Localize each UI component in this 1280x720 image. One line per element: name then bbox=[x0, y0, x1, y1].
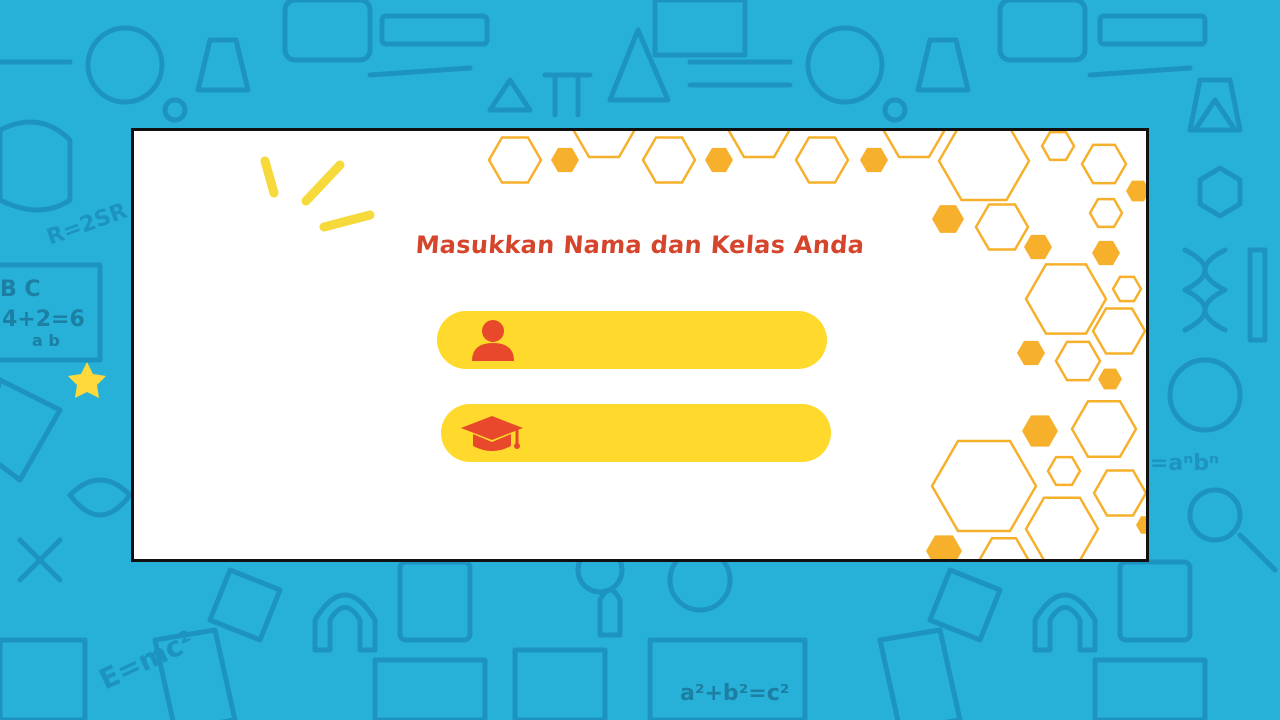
world-map-icon bbox=[0, 119, 73, 213]
benzene-icon bbox=[1197, 165, 1243, 219]
name-input[interactable] bbox=[533, 311, 801, 371]
class-input[interactable] bbox=[537, 404, 805, 464]
hexagon-outline bbox=[1054, 340, 1102, 382]
hexagon-filled bbox=[1017, 340, 1045, 366]
bg-text-equation: 4+2=6 bbox=[2, 307, 85, 332]
dna-icon bbox=[1182, 247, 1228, 333]
hexagon-outline bbox=[487, 136, 543, 184]
hexagon-outline bbox=[978, 536, 1030, 559]
hexagon-outline bbox=[1111, 275, 1143, 303]
bg-text-pythagoras: a²+b²=c² bbox=[680, 681, 789, 706]
star-icon bbox=[68, 362, 106, 398]
hexagon-outline bbox=[572, 131, 636, 159]
bg-text-ab: a b bbox=[32, 331, 60, 350]
hexagon-outline bbox=[1091, 307, 1146, 355]
hexagon-filled bbox=[1022, 415, 1058, 447]
hexagon-filled bbox=[1098, 368, 1122, 390]
hexagon-filled bbox=[1126, 180, 1146, 202]
hexagon-outline bbox=[1092, 469, 1146, 517]
bg-text-bc: B C bbox=[0, 277, 41, 302]
notebook-icon bbox=[282, 0, 373, 63]
hexagon-filled bbox=[705, 147, 733, 173]
hexagon-outline bbox=[1070, 400, 1138, 458]
hexagon-outline bbox=[930, 439, 1038, 533]
hexagon-outline bbox=[1088, 197, 1124, 229]
hexagon-filled bbox=[551, 147, 579, 173]
hexagon-filled bbox=[860, 147, 888, 173]
login-card: Masukkan Nama dan Kelas Anda bbox=[131, 128, 1149, 562]
hexagon-outline bbox=[1040, 131, 1076, 162]
name-field[interactable] bbox=[437, 311, 827, 371]
hexagon-outline bbox=[882, 131, 946, 159]
bg-text-anbn: =aⁿbⁿ bbox=[1150, 451, 1219, 476]
calculator-icon bbox=[397, 559, 473, 643]
globe-icon bbox=[85, 25, 165, 105]
hexagon-outline bbox=[794, 136, 850, 184]
class-field[interactable] bbox=[441, 404, 831, 464]
hexagon-filled bbox=[926, 535, 962, 559]
hexagon-outline bbox=[937, 131, 1031, 202]
hexagon-outline bbox=[1024, 263, 1108, 335]
hexagon-outline bbox=[641, 136, 697, 184]
hexagon-outline bbox=[1024, 496, 1100, 559]
hexagon-outline bbox=[1080, 143, 1128, 185]
graduation-cap-icon bbox=[461, 416, 523, 451]
sparkle-decoration bbox=[260, 156, 375, 232]
hexagon-filled bbox=[1136, 516, 1146, 534]
form-title: Masukkan Nama dan Kelas Anda bbox=[414, 231, 866, 259]
user-icon bbox=[472, 320, 514, 361]
magnet-icon bbox=[312, 592, 378, 653]
hexagon-filled bbox=[932, 205, 964, 233]
hexagon-outline bbox=[1046, 455, 1082, 487]
bg-text-emc2: E=mc² bbox=[94, 624, 199, 696]
hexagon-outline bbox=[727, 131, 791, 159]
